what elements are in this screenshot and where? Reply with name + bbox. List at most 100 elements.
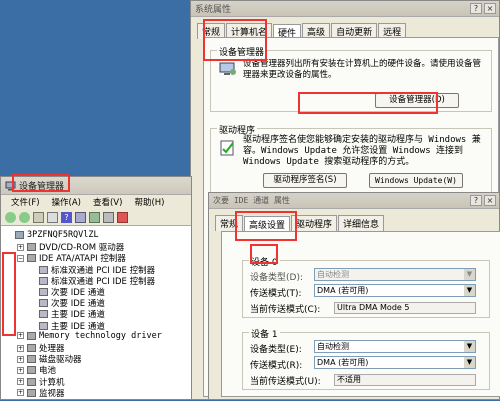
device-tree-item[interactable]: + 处理器 (17, 342, 65, 354)
expand-icon[interactable]: + (17, 344, 24, 352)
device-tree-item[interactable]: + 监视器 (17, 387, 65, 399)
device0-current-label: 当前传送模式(C): (250, 305, 321, 315)
device-tree-label: 磁盘驱动器 (39, 355, 82, 366)
device-icon (27, 254, 36, 263)
expand-icon[interactable]: + (17, 378, 24, 386)
device-manager-icon (219, 61, 237, 77)
system-properties-titlebar[interactable]: 系统属性 ? × (191, 1, 499, 17)
device-tree-item[interactable]: − IDE ATA/ATAPI 控制器 (17, 252, 126, 264)
expand-icon[interactable]: + (17, 355, 24, 363)
device0-type-value: 自动检测 (317, 270, 349, 279)
ide-close-button[interactable]: × (484, 195, 496, 206)
device-manager-description: 设备管理器列出所有安装在计算机上的硬件设备。请使用设备管理器来更改设备的属性。 (243, 59, 482, 80)
driver-description: 驱动程序签名使您能够确定安装的驱动程序与 Windows 兼容。Windows … (243, 135, 481, 167)
device-tree-item[interactable]: + 计算机 (17, 376, 65, 388)
device-tree-item[interactable]: 标准双通道 PCI IDE 控制器 (29, 264, 155, 276)
device-tree-label: 次要 IDE 通道 (51, 288, 105, 298)
tab-driver[interactable]: 驱动程序 (291, 215, 338, 231)
device1-type-select[interactable]: 自动检测 ▼ (314, 340, 476, 353)
highlight-advanced-settings-tab (235, 211, 297, 241)
chevron-down-icon: ▼ (464, 285, 475, 296)
device-icon (39, 265, 48, 274)
menu-bar: 文件(F) 操作(A) 查看(V) 帮助(H) (1, 195, 191, 209)
device-tree-label: 监视器 (39, 388, 65, 399)
device-tree-item[interactable]: + 电池 (17, 364, 56, 376)
highlight-hardware-tab (203, 19, 267, 61)
device-tree-label: 主要 IDE 通道 (51, 310, 105, 321)
device-icon (27, 331, 36, 340)
device-tree-item[interactable]: 次要 IDE 通道 (29, 286, 105, 298)
ide-properties-title: 次要 IDE 通道 属性 (213, 196, 290, 205)
device-tree-item[interactable]: 标准双通道 PCI IDE 控制器 (29, 275, 155, 287)
device1-type-value: 自动检测 (317, 342, 349, 351)
chevron-down-icon: ▼ (464, 269, 475, 280)
device-tree-label: 次要 IDE 通道 (51, 299, 105, 310)
close-button[interactable]: × (484, 3, 496, 14)
expand-icon[interactable]: + (17, 243, 24, 251)
device-tree-item[interactable]: + 磁盘驱动器 (17, 353, 82, 365)
device-tree-label: Memory technology driver (39, 330, 162, 341)
tab-details[interactable]: 详细信息 (338, 215, 385, 231)
device-icon (27, 366, 36, 375)
system-properties-title: 系统属性 (195, 5, 232, 15)
device-icon (27, 377, 36, 386)
help-icon[interactable]: ? (61, 211, 72, 223)
update-driver-icon[interactable] (89, 211, 100, 223)
windows-update-button[interactable]: Windows Update(W) (369, 173, 463, 188)
device-tree-item[interactable]: + DVD/CD-ROM 驱动器 (17, 241, 124, 253)
device-icon (15, 231, 24, 239)
device-icon (39, 310, 48, 319)
device-tree-item[interactable]: 主要 IDE 通道 (29, 320, 105, 332)
device-tree-label: 3PZFNQF5RQVlZL (27, 230, 99, 240)
expand-icon[interactable]: + (17, 332, 24, 340)
device-tree-label: 电池 (39, 366, 57, 377)
device-tree-label: IDE ATA/ATAPI 控制器 (39, 254, 126, 265)
device1-mode-select[interactable]: DMA (若可用) ▼ (314, 356, 476, 369)
driver-group: 驱动程序 驱动程序签名使您能够确定安装的驱动程序与 Windows 兼容。Win… (210, 123, 492, 196)
menu-file[interactable]: 文件(F) (11, 196, 40, 208)
device0-mode-value: DMA (若可用) (317, 286, 369, 295)
device0-mode-label: 传送模式(T): (250, 289, 302, 299)
print-icon[interactable] (47, 211, 58, 223)
device0-type-label: 设备类型(D): (250, 273, 303, 283)
device-tree-label: 主要 IDE 通道 (51, 321, 105, 332)
chevron-down-icon: ▼ (464, 357, 475, 368)
menu-action[interactable]: 操作(A) (52, 196, 81, 208)
scan-icon[interactable] (75, 211, 86, 223)
expand-icon[interactable]: + (17, 389, 24, 397)
highlight-ide-controller (2, 252, 16, 336)
device1-current-value: 不适用 (334, 374, 476, 386)
device1-group-title: 设备 1 (249, 327, 280, 340)
device-tree-item[interactable]: + Memory technology driver (17, 331, 162, 341)
back-icon[interactable] (5, 211, 16, 223)
expand-icon[interactable]: + (17, 366, 24, 374)
device0-mode-select[interactable]: DMA (若可用) ▼ (314, 284, 476, 297)
menu-view[interactable]: 查看(V) (93, 196, 122, 208)
ide-help-button[interactable]: ? (470, 195, 482, 206)
properties-icon[interactable] (33, 211, 44, 223)
highlight-device-manager-button (298, 92, 438, 114)
expand-icon[interactable]: − (17, 254, 24, 262)
device0-type-select[interactable]: 自动检测 ▼ (314, 268, 476, 281)
device-tree: 3PZFNQF5RQVlZL + DVD/CD-ROM 驱动器 − IDE ATA/AT… (1, 226, 191, 401)
device-icon (27, 344, 36, 352)
forward-icon[interactable] (19, 211, 30, 223)
ide-properties-titlebar[interactable]: 次要 IDE 通道 属性 ? × (209, 193, 499, 209)
device1-current-label: 当前传送模式(U): (250, 377, 321, 387)
driver-signing-button[interactable]: 驱动程序签名(S) (263, 173, 347, 188)
device-tree-item[interactable]: 3PZFNQF5RQVlZL (5, 230, 99, 240)
device-icon (39, 321, 48, 330)
device-tree-item[interactable]: 主要 IDE 通道 (29, 308, 105, 320)
chevron-down-icon: ▼ (464, 341, 475, 352)
device-tree-label: DVD/CD-ROM 驱动器 (39, 243, 125, 254)
help-button[interactable]: ? (470, 3, 482, 14)
menu-help[interactable]: 帮助(H) (134, 196, 164, 208)
device-manager-window: 设备管理器 文件(F) 操作(A) 查看(V) 帮助(H) ? 3PZFNQF5… (0, 176, 192, 400)
uninstall-icon[interactable] (117, 211, 128, 223)
highlight-device0-group (250, 244, 278, 264)
device-tree-label: 标准双通道 PCI IDE 控制器 (51, 276, 156, 287)
toolbar: ? (1, 209, 191, 226)
device-icon (27, 388, 36, 397)
disable-icon[interactable] (103, 211, 114, 223)
device-tree-item[interactable]: 次要 IDE 通道 (29, 297, 105, 309)
